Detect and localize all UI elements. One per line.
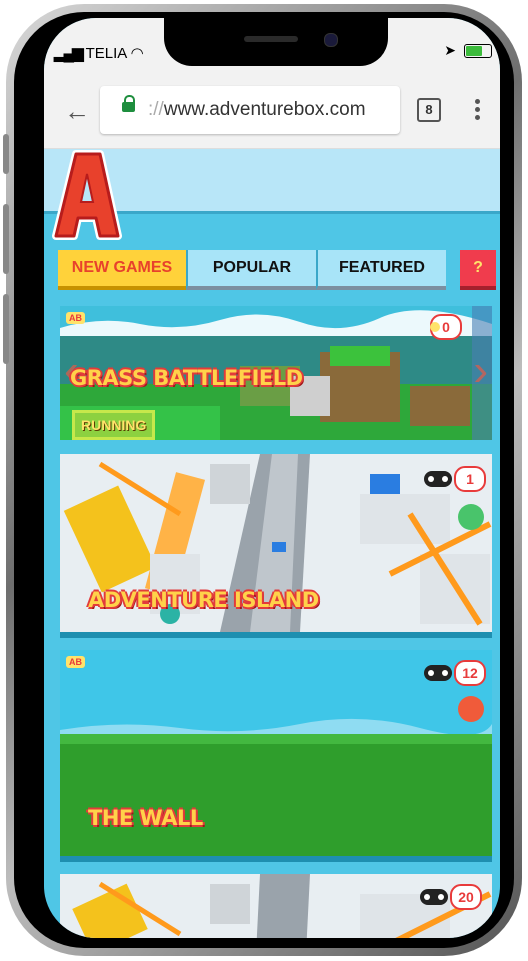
url-text[interactable]: ://www.adventurebox.com: [148, 99, 366, 121]
game-card-the-wall[interactable]: AB 12 THE WALL: [60, 650, 492, 862]
browser-toolbar: ← ://www.adventurebox.com 8: [44, 76, 500, 149]
game-tabs: NEW GAMES POPULAR FEATURED: [58, 250, 446, 290]
player-count: 1: [424, 466, 486, 492]
signal-icon: ▂▄▆: [54, 45, 84, 62]
sun-icon: [430, 322, 440, 332]
player-count: 12: [424, 660, 486, 686]
game-card-adventure-island[interactable]: 1 ADVENTURE ISLAND: [60, 454, 492, 638]
tab-new-games[interactable]: NEW GAMES: [58, 250, 186, 290]
more-menu-icon[interactable]: [472, 96, 482, 123]
silent-switch: [3, 134, 9, 174]
gamepad-icon: [424, 665, 452, 681]
wifi-icon: ◠: [130, 45, 144, 62]
location-icon: ➤: [444, 42, 456, 58]
battery-icon: [464, 43, 492, 58]
running-badge: RUNNING: [72, 410, 156, 440]
phone-screen: ▂▄▆ TELIA ◠ ➤ ← ://www.adventurebox.com …: [44, 18, 500, 938]
volume-up-button: [3, 204, 9, 274]
adventurebox-mini-logo: AB: [66, 312, 85, 324]
carrier-label: ▂▄▆ TELIA ◠: [54, 45, 144, 62]
lock-badge-icon: [458, 696, 484, 722]
carousel-next-icon[interactable]: ›: [473, 346, 488, 396]
game-title: ADVENTURE ISLAND: [88, 588, 319, 612]
lock-icon: [122, 95, 135, 112]
game-card-4[interactable]: 20: [60, 874, 492, 938]
player-count: 20: [420, 884, 482, 910]
game-title: GRASS BATTLEFIELD: [70, 366, 303, 390]
game-title: THE WALL: [88, 806, 203, 830]
tab-switcher-button[interactable]: 8: [417, 98, 441, 122]
game-card-grass-battlefield[interactable]: ‹ › AB 0 GRASS BATTLEFIELD RUNNING: [60, 306, 492, 440]
volume-down-button: [3, 294, 9, 364]
tab-featured[interactable]: FEATURED: [316, 250, 446, 290]
gamepad-icon: [424, 471, 452, 487]
address-bar[interactable]: ://www.adventurebox.com: [100, 86, 400, 134]
back-arrow-icon[interactable]: ←: [64, 96, 90, 127]
gamepad-icon: [420, 889, 448, 905]
help-button[interactable]: ?: [460, 250, 496, 290]
tab-popular[interactable]: POPULAR: [186, 250, 316, 290]
map-icon: [458, 504, 484, 530]
player-count: 0: [430, 314, 462, 340]
adventurebox-mini-logo: AB: [66, 656, 85, 668]
site-logo[interactable]: A: [50, 146, 122, 242]
notch: [164, 18, 388, 66]
